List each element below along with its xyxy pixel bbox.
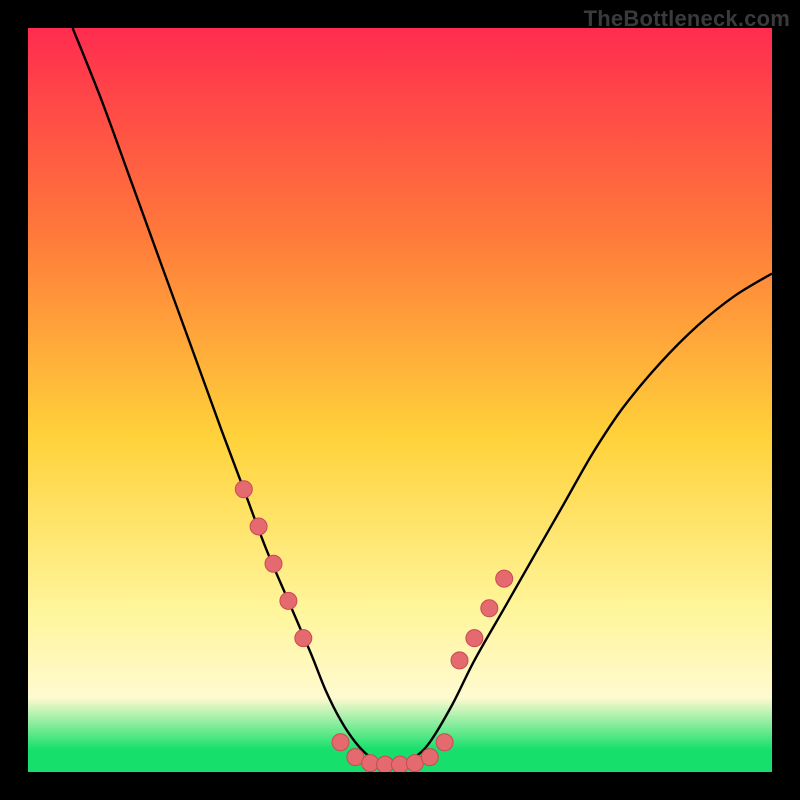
marker-point [362, 755, 379, 772]
chart-frame [28, 28, 772, 772]
marker-point [421, 749, 438, 766]
marker-point [436, 734, 453, 751]
marker-point [332, 734, 349, 751]
gradient-background [28, 28, 772, 772]
marker-point [250, 518, 267, 535]
marker-point [466, 630, 483, 647]
marker-point [295, 630, 312, 647]
bottleneck-chart [28, 28, 772, 772]
marker-point [481, 600, 498, 617]
marker-point [496, 570, 513, 587]
marker-point [280, 592, 297, 609]
marker-point [235, 481, 252, 498]
watermark-text: TheBottleneck.com [584, 6, 790, 32]
marker-point [265, 555, 282, 572]
marker-point [451, 652, 468, 669]
marker-point [392, 756, 409, 772]
